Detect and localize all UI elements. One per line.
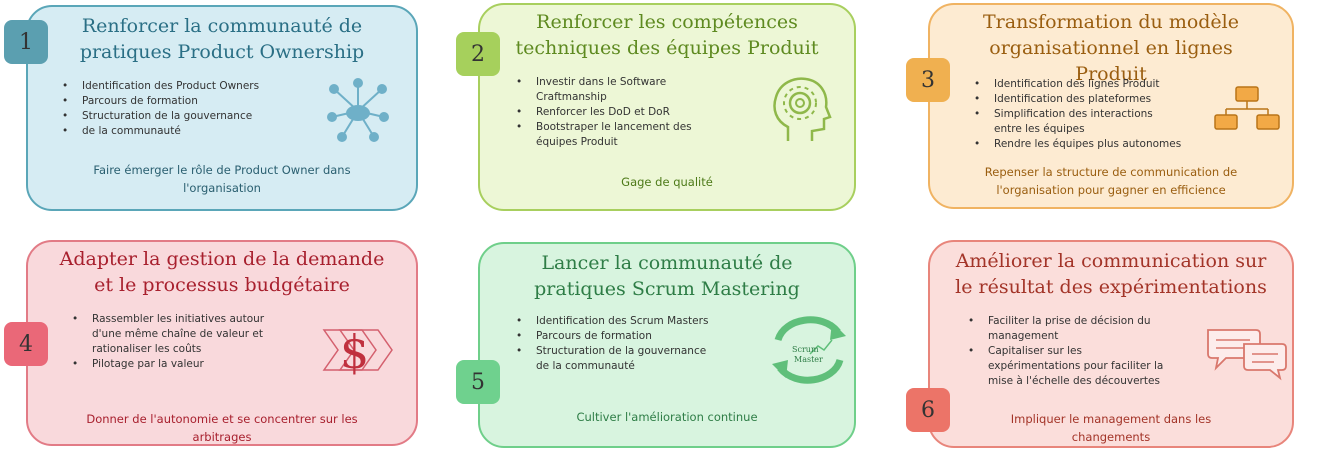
svg-text:Scrum: Scrum: [792, 345, 819, 354]
bullet-list: Identification des Scrum Masters Parcour…: [502, 314, 756, 374]
network-cloud-icon: [327, 78, 389, 142]
card-4: Adapter la gestion de la demande et le p…: [26, 240, 418, 446]
bullet-list: Identification des Product Owners Parcou…: [48, 79, 332, 139]
list-item: Rendre les équipes plus autonomes: [974, 137, 1214, 151]
list-item: rationaliser les coûts: [92, 343, 202, 355]
svg-text:$: $: [340, 325, 369, 379]
card-footer: Faire émerger le rôle de Product Owner d…: [93, 163, 351, 195]
list-item: Identification des Scrum Masters: [516, 314, 756, 328]
list-item: Craftmanship: [536, 91, 607, 103]
speech-bubbles-icon: [1207, 329, 1287, 381]
list-item: Bootstraper le lancement des: [516, 120, 746, 134]
card-5: Lancer la communauté de pratiques Scrum …: [478, 242, 856, 448]
list-item: Structuration de la gouvernance: [62, 109, 332, 123]
head-gear-icon: [773, 77, 832, 141]
card-title: Adapter la gestion de la demande et le p…: [59, 248, 385, 296]
card-3: Transformation du modèle organisationnel…: [928, 3, 1294, 209]
card-footer: Repenser la structure de communication d…: [984, 165, 1238, 197]
list-item: équipes Produit: [536, 136, 618, 148]
list-item: Parcours de formation: [516, 329, 756, 343]
card-title: Améliorer la communication sur le résult…: [955, 250, 1267, 298]
list-item: Structuration de la gouvernance: [516, 344, 756, 358]
bullet-list: Rassembler les initiatives autour d'une …: [58, 312, 322, 372]
card-1-number-badge: 1: [4, 20, 48, 64]
card-footer: Donner de l'autonomie et se concentrer s…: [86, 412, 358, 444]
card-footer: Cultiver l'amélioration continue: [576, 410, 758, 424]
dollar-icon: $: [322, 325, 393, 379]
card-2-number-badge: 2: [456, 32, 500, 76]
org-chart-icon: [1214, 86, 1280, 130]
card-2: Renforcer les compétences techniques des…: [478, 3, 856, 211]
card-title: Transformation du modèle organisationnel…: [982, 11, 1240, 85]
list-item: Identification des lignes Produit: [974, 77, 1214, 91]
bullet-list: Identification des lignes Produit Identi…: [960, 77, 1214, 152]
card-footer: Gage de qualité: [621, 175, 713, 189]
card-6: Améliorer la communication sur le résult…: [928, 240, 1294, 448]
scrum-cycle-icon: Scrum Master: [772, 316, 846, 384]
list-item: expérimentations pour faciliter la: [988, 360, 1164, 372]
list-item: Rassembler les initiatives autour: [72, 312, 322, 326]
list-item: entre les équipes: [994, 123, 1085, 135]
card-title: Lancer la communauté de pratiques Scrum …: [534, 252, 800, 300]
list-item: Parcours de formation: [62, 94, 332, 108]
list-item: Identification des plateformes: [974, 92, 1214, 106]
list-item: de la communauté: [62, 124, 332, 138]
svg-text:Master: Master: [794, 355, 823, 364]
list-item: Capitaliser sur les: [968, 344, 1208, 358]
card-3-number-badge: 3: [906, 58, 950, 102]
card-footer: Impliquer le management dans les changem…: [1010, 412, 1212, 444]
list-item: Identification des Product Owners: [62, 79, 332, 93]
card-title: Renforcer les compétences techniques des…: [515, 11, 819, 59]
list-item: mise à l'échelle des découvertes: [988, 375, 1160, 387]
list-item: Pilotage par la valeur: [72, 357, 322, 371]
list-item: de la communauté: [536, 360, 635, 372]
card-1: Renforcer la communauté de pratiques Pro…: [26, 5, 418, 211]
card-5-number-badge: 5: [456, 360, 500, 404]
list-item: management: [988, 330, 1059, 342]
bullet-list: Investir dans le Software Craftmanship R…: [502, 75, 746, 150]
list-item: Investir dans le Software: [516, 75, 746, 89]
bullet-list: Faciliter la prise de décision du manage…: [954, 314, 1208, 389]
list-item: Renforcer les DoD et DoR: [516, 105, 746, 119]
list-item: Simplification des interactions: [974, 107, 1214, 121]
list-item: d'une même chaîne de valeur et: [92, 328, 263, 340]
list-item: Faciliter la prise de décision du: [968, 314, 1208, 328]
card-4-number-badge: 4: [4, 322, 48, 366]
card-6-number-badge: 6: [906, 388, 950, 432]
card-title: Renforcer la communauté de pratiques Pro…: [79, 15, 365, 63]
